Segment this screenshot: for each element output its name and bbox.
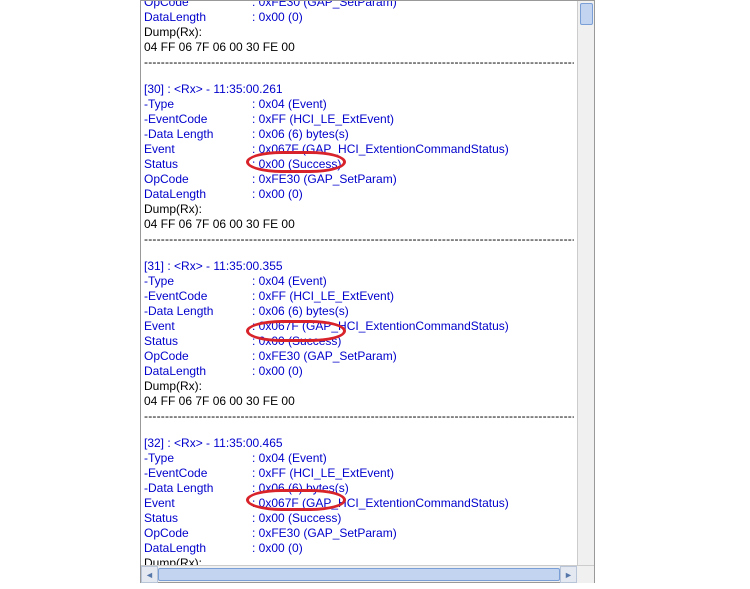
- datalength-label: DataLength: [144, 10, 252, 25]
- status-label: Status: [144, 511, 252, 526]
- datalength-value: : 0x06 (6) bytes(s): [252, 127, 349, 142]
- status-value: : 0x00 (Success): [252, 511, 341, 526]
- opcode-value: : 0xFE30 (GAP_SetParam): [252, 172, 397, 187]
- field-row: -Type: 0x04 (Event): [144, 97, 574, 112]
- event-value: : 0x067F (GAP_HCI_ExtentionCommandStatus…: [252, 142, 509, 157]
- field-row: -Data Length: 0x06 (6) bytes(s): [144, 127, 574, 142]
- separator-line: ----------------------------------------…: [144, 232, 574, 247]
- datalength-label: -Data Length: [144, 127, 252, 142]
- dump-hex: 04 FF 06 7F 06 00 30 FE 00: [144, 394, 574, 409]
- dump-label: Dump(Rx):: [144, 202, 574, 217]
- status-value: : 0x00 (Success): [252, 334, 341, 349]
- datalength2-label: DataLength: [144, 187, 252, 202]
- eventcode-value: : 0xFF (HCI_LE_ExtEvent): [252, 466, 394, 481]
- opcode-value: : 0xFE30 (GAP_SetParam): [252, 349, 397, 364]
- scroll-right-button[interactable]: ►: [560, 566, 577, 583]
- scroll-left-button[interactable]: ◄: [141, 566, 158, 583]
- field-row: -Type: 0x04 (Event): [144, 451, 574, 466]
- field-row: DataLength: 0x00 (0): [144, 364, 574, 379]
- field-row: DataLength: 0x00 (0): [144, 541, 574, 556]
- datalength2-label: DataLength: [144, 364, 252, 379]
- field-row: Event: 0x067F (GAP_HCI_ExtentionCommandS…: [144, 319, 574, 334]
- type-label: -Type: [144, 451, 252, 466]
- field-row: Status: 0x00 (Success): [144, 334, 574, 349]
- field-row: Status: 0x00 (Success): [144, 511, 574, 526]
- dump-label: Dump(Rx):: [144, 25, 574, 40]
- dump-label: Dump(Rx):: [144, 556, 574, 565]
- event-label: Event: [144, 142, 252, 157]
- log-content[interactable]: OpCode : 0xFE30 (GAP_SetParam) DataLengt…: [144, 1, 574, 565]
- field-row: -EventCode: 0xFF (HCI_LE_ExtEvent): [144, 466, 574, 481]
- field-row: -Type: 0x04 (Event): [144, 274, 574, 289]
- field-row: OpCode: 0xFE30 (GAP_SetParam): [144, 526, 574, 541]
- dump-label: Dump(Rx):: [144, 379, 574, 394]
- eventcode-value: : 0xFF (HCI_LE_ExtEvent): [252, 112, 394, 127]
- type-label: -Type: [144, 274, 252, 289]
- eventcode-label: -EventCode: [144, 466, 252, 481]
- datalength2-value: : 0x00 (0): [252, 364, 303, 379]
- status-label: Status: [144, 334, 252, 349]
- separator-line: ----------------------------------------…: [144, 409, 574, 424]
- log-panel: OpCode : 0xFE30 (GAP_SetParam) DataLengt…: [140, 0, 595, 583]
- horizontal-scrollbar[interactable]: ◄ ►: [141, 565, 594, 582]
- eventcode-label: -EventCode: [144, 112, 252, 127]
- field-row: DataLength: 0x00 (0): [144, 187, 574, 202]
- type-value: : 0x04 (Event): [252, 274, 327, 289]
- event-value: : 0x067F (GAP_HCI_ExtentionCommandStatus…: [252, 319, 509, 334]
- datalength2-value: : 0x00 (0): [252, 541, 303, 556]
- opcode-label: OpCode: [144, 172, 252, 187]
- datalength2-value: : 0x00 (0): [252, 187, 303, 202]
- field-row: -Data Length: 0x06 (6) bytes(s): [144, 304, 574, 319]
- field-row: Status: 0x00 (Success): [144, 157, 574, 172]
- field-row: -EventCode: 0xFF (HCI_LE_ExtEvent): [144, 112, 574, 127]
- type-value: : 0x04 (Event): [252, 97, 327, 112]
- field-row: -Data Length: 0x06 (6) bytes(s): [144, 481, 574, 496]
- field-row: Event: 0x067F (GAP_HCI_ExtentionCommandS…: [144, 496, 574, 511]
- field-row: DataLength : 0x00 (0): [144, 10, 574, 25]
- dump-hex: 04 FF 06 7F 06 00 30 FE 00: [144, 40, 574, 55]
- scrollbar-thumb[interactable]: [580, 3, 593, 25]
- field-row: Event: 0x067F (GAP_HCI_ExtentionCommandS…: [144, 142, 574, 157]
- opcode-label: OpCode: [144, 526, 252, 541]
- field-row: OpCode : 0xFE30 (GAP_SetParam): [144, 1, 574, 10]
- datalength-value: : 0x00 (0): [252, 10, 303, 25]
- datalength-value: : 0x06 (6) bytes(s): [252, 481, 349, 496]
- event-value: : 0x067F (GAP_HCI_ExtentionCommandStatus…: [252, 496, 509, 511]
- dump-hex: 04 FF 06 7F 06 00 30 FE 00: [144, 217, 574, 232]
- opcode-value: : 0xFE30 (GAP_SetParam): [252, 1, 397, 10]
- opcode-label: OpCode: [144, 1, 252, 10]
- field-row: OpCode: 0xFE30 (GAP_SetParam): [144, 349, 574, 364]
- status-value: : 0x00 (Success): [252, 157, 341, 172]
- type-label: -Type: [144, 97, 252, 112]
- datalength-label: -Data Length: [144, 481, 252, 496]
- entry-header: [30] : <Rx> - 11:35:00.261: [144, 82, 574, 97]
- datalength-label: -Data Length: [144, 304, 252, 319]
- vertical-scrollbar[interactable]: [577, 1, 594, 565]
- separator-line: ----------------------------------------…: [144, 55, 574, 70]
- eventcode-label: -EventCode: [144, 289, 252, 304]
- eventcode-value: : 0xFF (HCI_LE_ExtEvent): [252, 289, 394, 304]
- event-label: Event: [144, 319, 252, 334]
- datalength-value: : 0x06 (6) bytes(s): [252, 304, 349, 319]
- datalength2-label: DataLength: [144, 541, 252, 556]
- status-label: Status: [144, 157, 252, 172]
- type-value: : 0x04 (Event): [252, 451, 327, 466]
- field-row: OpCode: 0xFE30 (GAP_SetParam): [144, 172, 574, 187]
- opcode-label: OpCode: [144, 349, 252, 364]
- entry-header: [31] : <Rx> - 11:35:00.355: [144, 259, 574, 274]
- scrollbar-corner: [577, 566, 594, 583]
- field-row: -EventCode: 0xFF (HCI_LE_ExtEvent): [144, 289, 574, 304]
- entry-header: [32] : <Rx> - 11:35:00.465: [144, 436, 574, 451]
- event-label: Event: [144, 496, 252, 511]
- opcode-value: : 0xFE30 (GAP_SetParam): [252, 526, 397, 541]
- scrollbar-thumb[interactable]: [158, 568, 560, 581]
